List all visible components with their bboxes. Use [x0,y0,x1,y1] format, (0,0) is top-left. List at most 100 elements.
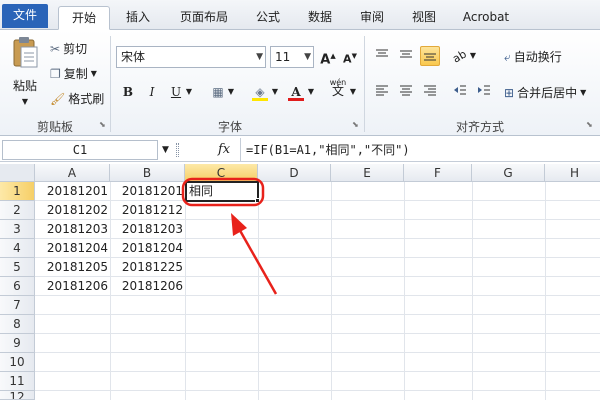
clipboard-icon [13,37,38,68]
tab-file[interactable]: 文件 [2,4,48,28]
row-header-1[interactable]: 1 [0,182,35,201]
align-right-icon[interactable] [420,82,440,102]
font-group-label: 字体 [217,120,242,134]
font-name-value: 宋体 [121,50,146,64]
tab-page-layout[interactable]: 页面布局 [168,6,240,30]
phonetic-guide-icon[interactable]: wén 文 [326,78,350,104]
align-center-icon[interactable] [396,82,416,102]
column-header-a[interactable]: A [35,164,110,182]
row-header-3[interactable]: 3 [0,220,35,239]
underline-button[interactable]: U [166,82,186,102]
tab-data[interactable]: 数据 [298,6,342,30]
annotation-arrow-head [231,213,247,236]
cell-a3[interactable]: 20181203 [35,220,110,239]
name-box[interactable]: C1 [2,140,158,160]
paintbrush-icon: 🖌 [50,91,66,106]
fill-handle[interactable] [255,198,260,203]
align-middle-icon[interactable] [396,46,416,66]
cell-b6[interactable]: 20181206 [110,277,185,296]
cut-button[interactable]: ✂ 剪切 [50,40,87,57]
cell-b4[interactable]: 20181204 [110,239,185,258]
tab-home[interactable]: 开始 [58,6,110,30]
chevron-down-icon[interactable]: ▼ [348,82,358,102]
cell-a5[interactable]: 20181205 [35,258,110,277]
borders-icon[interactable]: ▦ [208,82,228,102]
row-header-5[interactable]: 5 [0,258,35,277]
ribbon: 粘贴 ▼ ✂ 剪切 ❐ 复制 ▼ 🖌 格式刷 剪贴板 ⬊ 宋体 ▼ 11 ▼ A… [0,30,600,136]
divider [240,138,241,162]
cell-b5[interactable]: 20181225 [110,258,185,277]
row-header-12[interactable]: 12 [0,391,35,400]
cell-a1[interactable]: 20181201 [35,182,110,201]
decrease-indent-icon[interactable] [450,82,470,102]
chevron-down-icon: ▼ [256,52,263,62]
row-header-4[interactable]: 4 [0,239,35,258]
column-header-h[interactable]: H [545,164,600,182]
cell-a2[interactable]: 20181202 [35,201,110,220]
align-bottom-icon[interactable] [420,46,440,66]
chevron-down-icon[interactable]: ▼ [306,82,316,102]
shrink-font-icon[interactable]: A▼ [340,46,360,66]
row-header-7[interactable]: 7 [0,296,35,315]
tab-acrobat[interactable]: Acrobat [454,6,518,30]
chevron-down-icon[interactable]: ▼ [184,82,194,102]
column-header-d[interactable]: D [258,164,331,182]
chevron-down-icon: ▼ [90,69,97,78]
chevron-down-icon: ▼ [21,97,29,106]
select-all-corner[interactable] [0,164,35,182]
font-color-icon[interactable]: A [286,82,306,102]
increase-indent-icon[interactable] [474,82,494,102]
row-header-11[interactable]: 11 [0,372,35,391]
cell-a4[interactable]: 20181204 [35,239,110,258]
bold-button[interactable]: B [118,82,138,102]
copy-button[interactable]: ❐ 复制 ▼ [50,65,97,82]
format-painter-button[interactable]: 🖌 格式刷 [50,90,104,107]
chevron-down-icon[interactable]: ▼ [270,82,280,102]
wrap-text-button[interactable]: ⤶ 自动换行 [504,48,562,65]
grow-font-icon[interactable]: A▲ [318,46,338,67]
group-separator [364,36,365,132]
tab-review[interactable]: 审阅 [350,6,394,30]
chevron-down-icon[interactable]: ▼ [226,82,236,102]
column-header-f[interactable]: F [404,164,472,182]
row-header-2[interactable]: 2 [0,201,35,220]
resize-handle[interactable] [176,143,179,157]
scissors-icon: ✂ [50,41,61,56]
cell-b2[interactable]: 20181212 [110,201,185,220]
active-cell-selection [185,181,259,202]
formula-input[interactable]: =IF(B1=A1,"相同","不同") [246,140,410,160]
column-header-b[interactable]: B [110,164,185,182]
cell-b3[interactable]: 20181203 [110,220,185,239]
dialog-launcher-icon[interactable]: ⬊ [99,120,108,129]
align-left-icon[interactable] [372,82,392,102]
chevron-down-icon[interactable]: ▼ [162,140,169,160]
chevron-down-icon: ▼ [580,88,587,97]
group-separator [110,36,111,132]
column-header-g[interactable]: G [472,164,545,182]
text-orientation-icon[interactable]: ab [450,46,470,66]
font-name-select[interactable]: 宋体 ▼ [116,46,266,68]
tab-insert[interactable]: 插入 [116,6,160,30]
cell-b1[interactable]: 20181201 [110,182,185,201]
ribbon-tab-bar: 文件 开始 插入 页面布局 公式 数据 审阅 视图 Acrobat [0,0,600,30]
italic-button[interactable]: I [142,82,162,102]
fill-color-icon[interactable]: ◈ [250,82,270,102]
row-header-10[interactable]: 10 [0,353,35,372]
column-header-c[interactable]: C [185,164,258,182]
row-header-9[interactable]: 9 [0,334,35,353]
tab-formulas[interactable]: 公式 [246,6,290,30]
column-header-e[interactable]: E [331,164,404,182]
cell-a6[interactable]: 20181206 [35,277,110,296]
align-top-icon[interactable] [372,46,392,66]
row-header-8[interactable]: 8 [0,315,35,334]
clipboard-group-label: 剪贴板 [36,120,73,134]
paste-button[interactable]: 粘贴 ▼ [6,36,44,106]
function-icon[interactable]: fx [218,140,230,160]
dialog-launcher-icon[interactable]: ⬊ [586,120,595,129]
dialog-launcher-icon[interactable]: ⬊ [352,120,361,129]
font-size-select[interactable]: 11 ▼ [270,46,314,68]
merge-center-button[interactable]: ⊞ 合并后居中 ▼ [504,84,586,101]
chevron-down-icon[interactable]: ▼ [468,46,478,66]
row-header-6[interactable]: 6 [0,277,35,296]
tab-view[interactable]: 视图 [402,6,446,30]
